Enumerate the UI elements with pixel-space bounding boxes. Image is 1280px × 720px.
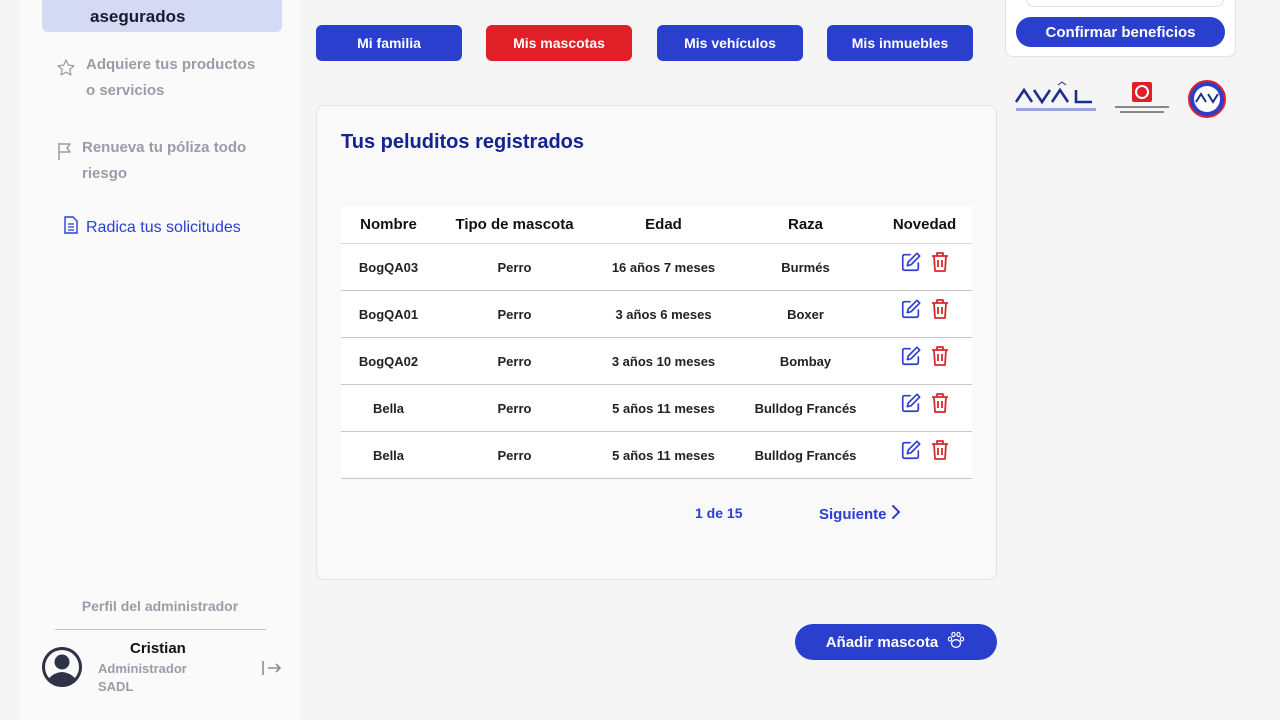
column-header: Raza	[787, 216, 824, 233]
cell-raza: Burmés	[781, 259, 830, 275]
pagination-count: 1 de 15	[695, 505, 743, 521]
logout-icon[interactable]	[261, 658, 283, 683]
sidebar-item-label: Adquiere tus productos	[86, 56, 256, 73]
cell-novedad	[877, 251, 972, 276]
edit-icon[interactable]	[900, 439, 922, 464]
sidebar-item-renueva[interactable]: Renueva tu póliza todo riesgo	[56, 135, 246, 187]
flag-icon	[56, 141, 76, 166]
column-header: Edad	[645, 216, 682, 233]
chevron-right-icon	[891, 504, 901, 524]
sidebar-item-label-2: riesgo	[82, 165, 128, 182]
table-row: BogQA02 Perro 3 años 10 meses Bombay	[341, 338, 972, 385]
table-row: Bella Perro 5 años 11 meses Bulldog Francés	[341, 432, 972, 479]
cell-raza: Boxer	[787, 306, 824, 322]
sidebar-item-adquiere[interactable]: Adquiere tus productos o servicios	[56, 52, 255, 104]
table-row: BogQA01 Perro 3 años 6 meses Boxer	[341, 291, 972, 338]
divider	[55, 629, 266, 630]
user-org-label: SADL	[98, 679, 134, 694]
cell-tipo: Perro	[497, 447, 532, 463]
star-icon	[56, 58, 76, 83]
cell-tipo: Perro	[497, 400, 532, 416]
add-pet-button[interactable]: Añadir mascota	[795, 624, 997, 660]
tab-mis-mascotas[interactable]: Mis mascotas	[486, 25, 632, 61]
confirm-benefits-button[interactable]: Confirmar beneficios	[1016, 17, 1225, 47]
cell-novedad	[877, 392, 972, 417]
profile-title: Perfil del administrador	[81, 598, 239, 614]
tab-mis-vehiculos[interactable]: Mis vehículos	[657, 25, 803, 61]
next-page-label: Siguiente	[819, 505, 887, 523]
cell-edad: 3 años 6 meses	[615, 306, 712, 322]
trash-icon[interactable]	[930, 345, 950, 370]
cell-edad: 5 años 11 meses	[612, 447, 715, 463]
trash-icon[interactable]	[930, 251, 950, 276]
next-page-button[interactable]: Siguiente	[819, 504, 901, 524]
trash-icon[interactable]	[930, 392, 950, 417]
trash-icon[interactable]	[930, 298, 950, 323]
cell-nombre: Bella	[372, 400, 405, 416]
cell-nombre: BogQA01	[358, 306, 419, 322]
cell-raza: Bulldog Francés	[754, 400, 857, 416]
document-icon	[64, 216, 78, 239]
avatar	[42, 647, 82, 687]
cell-novedad	[877, 298, 972, 323]
column-header: Novedad	[892, 216, 957, 233]
edit-icon[interactable]	[900, 345, 922, 370]
edit-icon[interactable]	[900, 251, 922, 276]
cell-edad: 3 años 10 meses	[611, 353, 716, 369]
user-role: Administrador SADL	[98, 660, 187, 696]
tab-mis-inmuebles[interactable]: Mis inmuebles	[827, 25, 973, 61]
sidebar-item-label-2: o servicios	[86, 82, 165, 99]
user-role-label: Administrador	[98, 661, 187, 676]
benefits-input-edge	[1026, 0, 1224, 7]
table-header: Nombre Tipo de mascota Edad Raza Novedad	[341, 206, 972, 244]
table-row: Bella Perro 5 años 11 meses Bulldog Francés	[341, 385, 972, 432]
sidebar-item-asegurados[interactable]: asegurados	[42, 0, 282, 32]
paw-icon	[946, 630, 966, 654]
aval-badge-logo	[1188, 80, 1226, 118]
cell-tipo: Perro	[497, 259, 532, 275]
add-pet-label: Añadir mascota	[825, 633, 939, 651]
column-header: Nombre	[360, 216, 417, 233]
sidebar-item-label: Renueva tu póliza todo	[82, 139, 247, 156]
user-name: Cristian	[130, 640, 186, 657]
table-row: BogQA03 Perro 16 años 7 meses Burmés	[341, 244, 972, 291]
partner-logos	[1012, 78, 1232, 120]
cell-nombre: Bella	[372, 447, 405, 463]
sidebar: asegurados Adquiere tus productos o serv…	[20, 0, 300, 720]
cell-edad: 16 años 7 meses	[611, 259, 716, 275]
cell-novedad	[877, 345, 972, 370]
cell-tipo: Perro	[497, 306, 532, 322]
olcsa-logo	[1115, 82, 1169, 113]
tab-mi-familia[interactable]: Mi familia	[316, 25, 462, 61]
card-title: Tus peluditos registrados	[341, 131, 584, 153]
sidebar-link-label: Radica tus solicitudes	[86, 218, 241, 236]
sidebar-item-label: asegurados	[90, 7, 186, 26]
cell-raza: Bombay	[779, 353, 832, 369]
edit-icon[interactable]	[900, 392, 922, 417]
cell-novedad	[877, 439, 972, 464]
grupo-aval-logo	[1014, 81, 1096, 111]
trash-icon[interactable]	[930, 439, 950, 464]
benefits-panel: Confirmar beneficios	[1005, 0, 1236, 57]
cell-edad: 5 años 11 meses	[612, 400, 715, 416]
cell-nombre: BogQA03	[358, 259, 419, 275]
people-icon	[60, 0, 78, 9]
sidebar-link-radica[interactable]: Radica tus solicitudes	[64, 216, 241, 239]
cell-tipo: Perro	[497, 353, 532, 369]
column-header: Tipo de mascota	[455, 216, 574, 233]
cell-nombre: BogQA02	[358, 353, 419, 369]
pets-card: Tus peluditos registrados Nombre Tipo de…	[316, 105, 997, 580]
pets-table: Nombre Tipo de mascota Edad Raza Novedad…	[341, 206, 972, 479]
cell-raza: Bulldog Francés	[754, 447, 857, 463]
edit-icon[interactable]	[900, 298, 922, 323]
